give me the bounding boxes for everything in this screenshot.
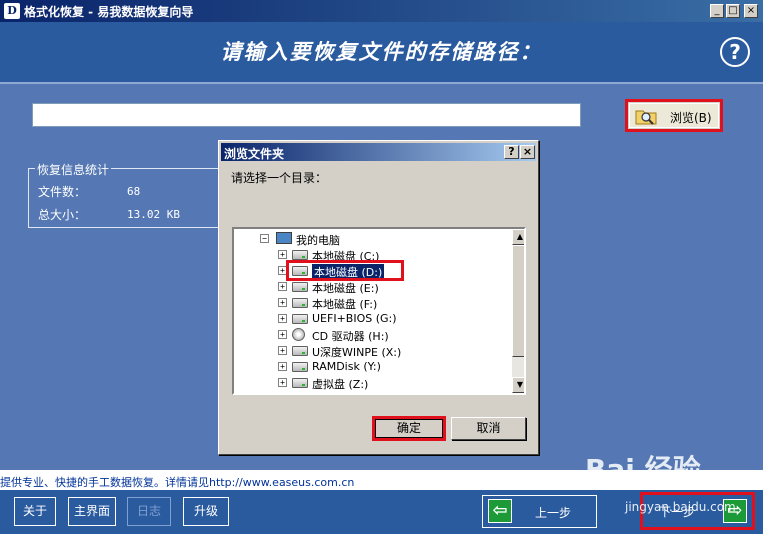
- computer-icon: [276, 232, 292, 244]
- dialog-help-button[interactable]: ?: [504, 145, 519, 159]
- dialog-close-button[interactable]: ×: [520, 145, 535, 159]
- tree-item-label: CD 驱动器 (H:): [312, 330, 389, 343]
- file-count-label: 文件数：: [38, 185, 87, 199]
- upgrade-button[interactable]: 升级: [183, 497, 229, 526]
- header-band: 请输入要恢复文件的存储路径：: [0, 22, 763, 84]
- browse-label: 浏览(B): [670, 111, 712, 125]
- browse-folder-dialog: 浏览文件夹 ? × 请选择一个目录： − 我的电脑 + 本地磁盘 (C:) + 本地磁…: [218, 140, 539, 455]
- expand-icon[interactable]: +: [278, 250, 287, 259]
- collapse-icon[interactable]: −: [260, 234, 269, 243]
- cd-drive-icon: [292, 328, 305, 341]
- file-count-value: 68: [127, 185, 141, 198]
- minimize-button[interactable]: _: [710, 4, 724, 18]
- tree-item-label: 本地磁盘 (F:): [312, 298, 378, 311]
- window-title: 格式化恢复 - 易我数据恢复向导: [24, 5, 194, 19]
- folder-search-icon: [635, 110, 657, 125]
- prev-step-button[interactable]: ⇦ 上一步: [482, 495, 597, 528]
- tree-item[interactable]: + 本地磁盘 (F:): [234, 295, 510, 311]
- total-size-label: 总大小：: [38, 208, 87, 222]
- app-icon: D: [4, 3, 20, 19]
- tree-item[interactable]: + UEFI+BIOS (G:): [234, 311, 510, 327]
- tree-item-label: U深度WINPE (X:): [312, 346, 402, 359]
- removable-drive-icon: [292, 314, 308, 324]
- log-button[interactable]: 日志: [127, 497, 171, 526]
- cancel-button[interactable]: 取消: [451, 417, 526, 440]
- prev-step-label: 上一步: [535, 506, 572, 520]
- selection-highlight: [286, 260, 404, 281]
- tree-item[interactable]: + 本地磁盘 (E:): [234, 279, 510, 295]
- scroll-thumb[interactable]: [512, 245, 524, 357]
- title-bar: D 格式化恢复 - 易我数据恢复向导 _ □ ×: [0, 0, 763, 22]
- hard-drive-icon: [292, 250, 308, 260]
- tree-item[interactable]: + 本地磁盘 (D:): [234, 260, 510, 281]
- tree-item-label: UEFI+BIOS (G:): [312, 312, 397, 325]
- expand-icon[interactable]: +: [278, 282, 287, 291]
- scroll-up-icon[interactable]: ▲: [512, 229, 524, 245]
- about-button[interactable]: 关于: [14, 497, 56, 526]
- expand-icon[interactable]: +: [278, 314, 287, 323]
- total-size-value: 13.02 KB: [127, 208, 180, 221]
- tree-root[interactable]: − 我的电脑: [234, 231, 510, 247]
- tree-root-label: 我的电脑: [296, 234, 340, 247]
- expand-icon[interactable]: +: [278, 298, 287, 307]
- tree-item[interactable]: + 虚拟盘 (Z:): [234, 375, 510, 391]
- dialog-prompt: 请选择一个目录：: [231, 171, 328, 185]
- maximize-button[interactable]: □: [726, 4, 740, 18]
- expand-icon[interactable]: +: [278, 330, 287, 339]
- ok-button-label: 确定: [375, 419, 443, 438]
- watermark-url: jingyan.baidu.com: [625, 500, 736, 514]
- hard-drive-icon: [292, 282, 308, 292]
- tree-item[interactable]: + CD 驱动器 (H:): [234, 327, 510, 343]
- watermark-logo: Bai 经验: [585, 453, 701, 486]
- stats-title: 恢复信息统计: [35, 161, 112, 178]
- tree-item[interactable]: + U深度WINPE (X:): [234, 343, 510, 359]
- close-button[interactable]: ×: [744, 4, 758, 18]
- ok-button[interactable]: 确定: [372, 416, 446, 441]
- path-input[interactable]: [32, 103, 581, 127]
- arrow-left-icon: ⇦: [488, 499, 512, 523]
- main-screen-button[interactable]: 主界面: [68, 497, 116, 526]
- expand-icon[interactable]: +: [278, 346, 287, 355]
- scroll-down-icon[interactable]: ▼: [512, 377, 524, 393]
- expand-icon[interactable]: +: [278, 362, 287, 371]
- tree-item-label: 本地磁盘 (E:): [312, 282, 379, 295]
- tree-item-label: 虚拟盘 (Z:): [312, 378, 369, 391]
- expand-icon[interactable]: +: [278, 378, 287, 387]
- page-title: 请输入要恢复文件的存储路径：: [220, 39, 543, 64]
- tree-scrollbar[interactable]: ▲ ▼: [512, 229, 524, 393]
- tree-item[interactable]: + RAMDisk (Y:): [234, 359, 510, 375]
- browse-button[interactable]: 浏览(B): [625, 99, 723, 132]
- status-text: 提供专业、快捷的手工数据恢复。详情请见http://www.easeus.com…: [0, 476, 355, 489]
- browse-button-face: 浏览(B): [629, 103, 719, 128]
- dialog-title: 浏览文件夹: [224, 147, 285, 161]
- removable-drive-icon: [292, 346, 308, 356]
- hard-drive-icon: [292, 378, 308, 388]
- hard-drive-icon: [292, 298, 308, 308]
- dialog-title-bar: 浏览文件夹 ? ×: [221, 143, 536, 161]
- help-button[interactable]: ?: [720, 37, 750, 67]
- tree-item-label: RAMDisk (Y:): [312, 360, 381, 373]
- folder-tree[interactable]: − 我的电脑 + 本地磁盘 (C:) + 本地磁盘 (D:) + 本地磁盘 (E:) + 本地…: [232, 227, 526, 395]
- hard-drive-icon: [292, 362, 308, 372]
